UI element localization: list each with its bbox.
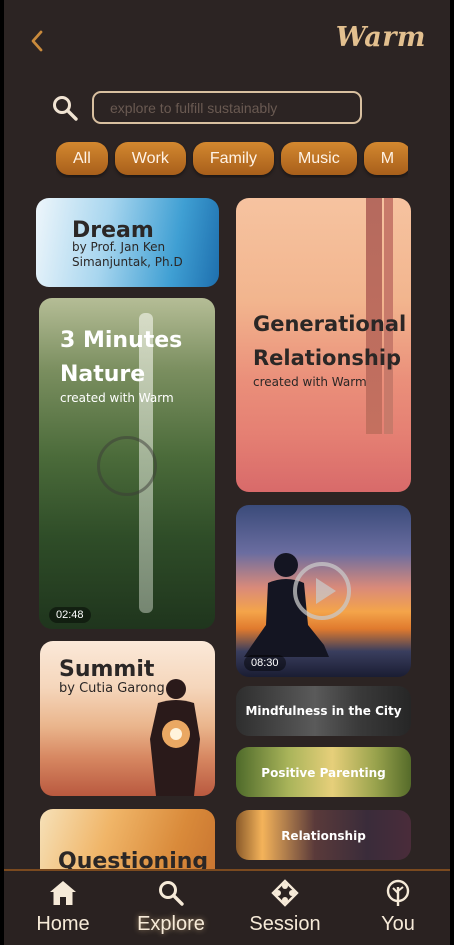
card-title: Summit — [59, 657, 155, 682]
back-chevron-icon[interactable] — [26, 28, 50, 54]
nav-label: Home — [36, 913, 90, 935]
chip-work[interactable]: Work — [114, 142, 186, 175]
search-icon[interactable] — [51, 94, 79, 122]
nav-session[interactable]: Session — [240, 871, 330, 945]
chip-more[interactable]: M — [363, 142, 408, 175]
card-3-minutes-nature[interactable]: 3 Minutes Nature created with Warm 02:48 — [39, 298, 215, 629]
nav-you[interactable]: You — [353, 871, 443, 945]
card-title: Relationship — [281, 829, 366, 843]
nav-label: Session — [249, 913, 321, 935]
nav-home[interactable]: Home — [18, 871, 108, 945]
search-icon — [159, 881, 184, 906]
session-icon — [271, 879, 299, 907]
chip-music[interactable]: Music — [280, 142, 357, 175]
card-author: by Prof. Jan Ken — [72, 240, 166, 254]
search-input[interactable] — [92, 91, 362, 124]
duration-badge: 08:30 — [244, 655, 286, 671]
card-dream[interactable]: Dream by Prof. Jan Ken Simanjuntak, Ph.D — [36, 198, 219, 287]
card-title: Mindfulness in the City — [245, 704, 402, 718]
card-generational-relationship[interactable]: Generational Relationship created with W… — [236, 198, 411, 492]
card-title: Generational — [253, 312, 407, 336]
card-meditation-video[interactable]: 08:30 — [236, 505, 411, 677]
duration-badge: 02:48 — [49, 607, 91, 623]
category-chips: All Work Family Music M — [56, 142, 408, 178]
nav-label: You — [381, 913, 415, 935]
nav-label: Explore — [137, 913, 205, 935]
chip-all[interactable]: All — [56, 142, 108, 175]
card-title: 3 Minutes — [60, 328, 183, 353]
home-icon — [50, 881, 76, 905]
nav-explore[interactable]: Explore — [126, 871, 216, 945]
card-author: by Cutia Garong — [59, 681, 165, 696]
chip-family[interactable]: Family — [192, 142, 274, 175]
card-relationship[interactable]: Relationship — [236, 810, 411, 860]
brand-logo: Warm — [335, 22, 426, 53]
play-icon[interactable] — [291, 560, 353, 622]
hiker-image — [150, 679, 200, 796]
card-author: Simanjuntak, Ph.D — [72, 255, 183, 269]
card-subtitle: created with Warm — [253, 375, 367, 389]
card-summit[interactable]: Summit by Cutia Garong — [40, 641, 215, 796]
app-screen: Warm AllWorkFamilyMusicM Dream by Prof. … — [4, 0, 450, 945]
card-title: Nature — [60, 362, 146, 387]
card-subtitle: created with Warm — [60, 391, 174, 405]
tree-icon — [386, 879, 410, 906]
play-icon[interactable] — [97, 436, 157, 496]
card-title: Positive Parenting — [261, 766, 386, 780]
card-positive-parenting[interactable]: Positive Parenting — [236, 747, 411, 797]
card-mindfulness-in-the-city[interactable]: Mindfulness in the City — [236, 686, 411, 736]
card-title: Relationship — [253, 346, 402, 370]
bottom-navigation: Home Explore Session You — [4, 869, 450, 945]
